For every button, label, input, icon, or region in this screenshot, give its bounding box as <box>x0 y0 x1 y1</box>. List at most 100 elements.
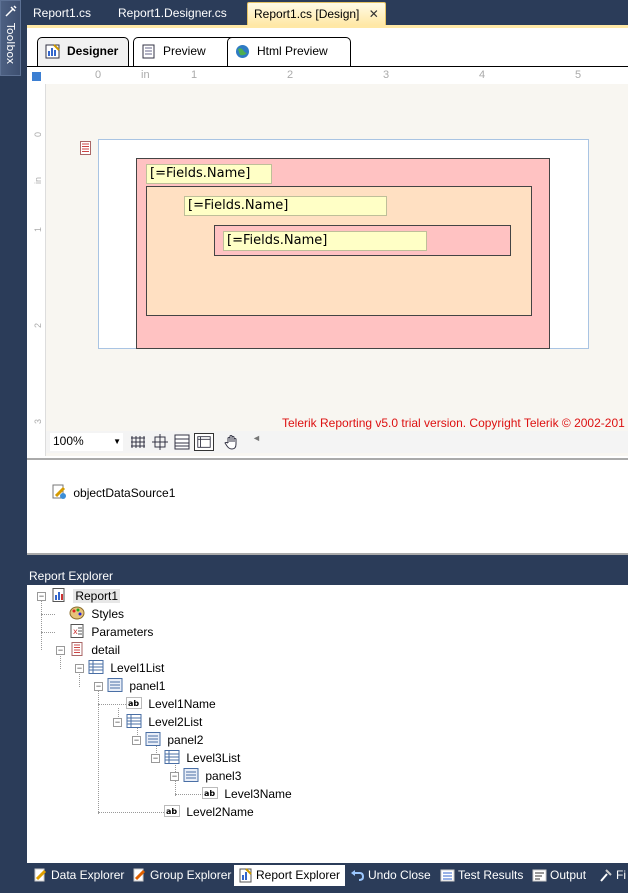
find-results-icon <box>600 869 612 882</box>
tree-node-label: panel1 <box>129 679 166 693</box>
list-icon <box>88 660 104 674</box>
trial-notice: Telerik Reporting v5.0 trial version. Co… <box>282 416 625 430</box>
palette-icon <box>69 606 85 620</box>
doc-tab-label: Report1.Designer.cs <box>118 6 227 20</box>
tree-node-level2name[interactable]: ab Level2Name <box>164 803 254 821</box>
tab-data-explorer[interactable]: Data Explorer <box>29 865 129 886</box>
report-explorer-panel: − − − − − − − − Report1 Styles x Paramet… <box>27 585 628 863</box>
level2-name-textbox[interactable]: [=Fields.Name] <box>184 196 387 216</box>
tree-connector <box>98 704 128 705</box>
globe-icon <box>236 45 249 58</box>
tree-node-panel3[interactable]: panel3 <box>183 767 241 785</box>
collapse-toggle[interactable]: − <box>94 682 103 691</box>
tab-find-results[interactable]: Fi <box>594 865 626 886</box>
tree-node-level3name[interactable]: ab Level3Name <box>202 785 292 803</box>
doc-tab-label: Report1.cs <box>33 6 92 20</box>
scroll-left-icon[interactable]: ◄ <box>252 433 261 443</box>
close-icon[interactable]: ✕ <box>369 3 379 26</box>
tree-node-label: Level1Name <box>148 697 216 711</box>
svg-text:ab: ab <box>204 789 215 798</box>
tree-node-label: Styles <box>91 607 125 621</box>
level3-name-textbox[interactable]: [=Fields.Name] <box>223 231 427 251</box>
collapse-toggle[interactable]: − <box>113 718 122 727</box>
tree-node-level3list[interactable]: Level3List <box>164 749 240 767</box>
tab-divider <box>27 66 628 67</box>
tree-node-detail[interactable]: detail <box>69 641 120 659</box>
ruler-number: 3 <box>33 419 43 425</box>
tab-label: Group Explorer <box>150 868 232 882</box>
tab-designer[interactable]: Designer <box>37 37 130 66</box>
svg-text:ab: ab <box>128 699 139 708</box>
tab-label: Undo Close <box>368 868 431 882</box>
tree-node-styles[interactable]: Styles <box>69 605 124 623</box>
tree-node-label: Parameters <box>91 625 154 639</box>
level3-list-panel[interactable]: [=Fields.Name] <box>214 225 511 256</box>
doc-tab-label: Report1.cs [Design] <box>254 7 360 21</box>
collapse-toggle[interactable]: − <box>170 772 179 781</box>
ruler-number: 2 <box>33 323 43 329</box>
level1-name-textbox[interactable]: [=Fields.Name] <box>146 164 272 184</box>
tab-test-results[interactable]: Test Results <box>436 865 528 886</box>
data-source-icon <box>52 484 66 499</box>
collapse-toggle[interactable]: − <box>132 736 141 745</box>
tree-node-report1[interactable]: Report1 <box>51 587 121 605</box>
tab-preview[interactable]: Preview <box>133 37 236 66</box>
object-data-source-item[interactable]: objectDataSource1 <box>51 484 175 500</box>
ruler-horizontal: 0 in 1 2 3 4 5 <box>27 69 628 84</box>
zoom-select[interactable]: 100% ▼ <box>50 433 123 451</box>
tab-label: Report Explorer <box>256 868 341 882</box>
tree-node-label: panel2 <box>167 733 204 747</box>
tree-node-label: panel3 <box>205 769 242 783</box>
doc-tab-report1-cs[interactable]: Report1.cs <box>27 2 97 25</box>
tree-node-label: detail <box>91 643 121 657</box>
tab-label: Data Explorer <box>51 868 125 882</box>
tab-group-explorer[interactable]: Group Explorer <box>128 865 236 886</box>
textbox-icon: ab <box>126 697 142 709</box>
tab-report-explorer[interactable]: Report Explorer <box>234 865 346 886</box>
ruler-number: 5 <box>575 69 582 81</box>
hand-tool-icon[interactable] <box>222 433 242 451</box>
tree-node-level2list[interactable]: Level2List <box>126 713 202 731</box>
collapse-toggle[interactable]: − <box>75 664 84 673</box>
section-view-icon[interactable] <box>172 433 192 451</box>
tree-connector <box>60 654 61 669</box>
tree-connector <box>41 600 42 650</box>
doc-tab-report1-design[interactable]: Report1.cs [Design] ✕ <box>247 2 386 25</box>
collapse-toggle[interactable]: − <box>37 592 46 601</box>
grid-icon[interactable] <box>128 433 148 451</box>
ruler-number: 4 <box>479 69 486 81</box>
ruler-toggle-icon[interactable] <box>194 433 214 451</box>
tree-node-panel2[interactable]: panel2 <box>145 731 203 749</box>
tree-node-label: Level2Name <box>186 805 254 819</box>
list-icon <box>126 714 142 728</box>
collapse-toggle[interactable]: − <box>56 646 65 655</box>
tree-node-level1name[interactable]: ab Level1Name <box>126 695 216 713</box>
toolbox-icon <box>5 5 17 17</box>
tree-node-panel1[interactable]: panel1 <box>107 677 165 695</box>
snap-to-grid-icon[interactable] <box>150 433 170 451</box>
tree-node-label: Report1 <box>73 589 121 603</box>
detail-section-icon[interactable] <box>80 141 91 155</box>
tab-label: Fi <box>616 868 626 882</box>
tab-label: Test Results <box>458 868 524 882</box>
ruler-number: 2 <box>287 69 294 81</box>
tree-node-parameters[interactable]: x Parameters <box>69 623 153 641</box>
tab-html-preview[interactable]: Html Preview <box>227 37 351 66</box>
tab-output[interactable]: Output <box>528 865 591 886</box>
ruler-corner-button[interactable] <box>32 72 41 81</box>
zoom-toolbar: 100% ▼ ◄ <box>46 431 628 453</box>
tree-connector <box>98 690 99 814</box>
tree-node-label: Level3Name <box>224 787 292 801</box>
designer-icon <box>45 44 60 59</box>
tree-node-level1list[interactable]: Level1List <box>88 659 164 677</box>
list-icon <box>164 750 180 764</box>
collapse-toggle[interactable]: − <box>151 754 160 763</box>
tab-label: Preview <box>163 44 206 58</box>
designer-area: Designer Preview Html Preview 0 in 1 2 3… <box>27 25 628 555</box>
toolbox-tab[interactable]: Toolbox <box>0 0 21 76</box>
test-results-icon <box>440 869 455 882</box>
tree-connector <box>175 794 203 795</box>
doc-tab-report1-designer-cs[interactable]: Report1.Designer.cs <box>112 2 233 25</box>
tab-undo-close[interactable]: Undo Close <box>346 865 436 886</box>
textbox-icon: ab <box>164 805 180 817</box>
